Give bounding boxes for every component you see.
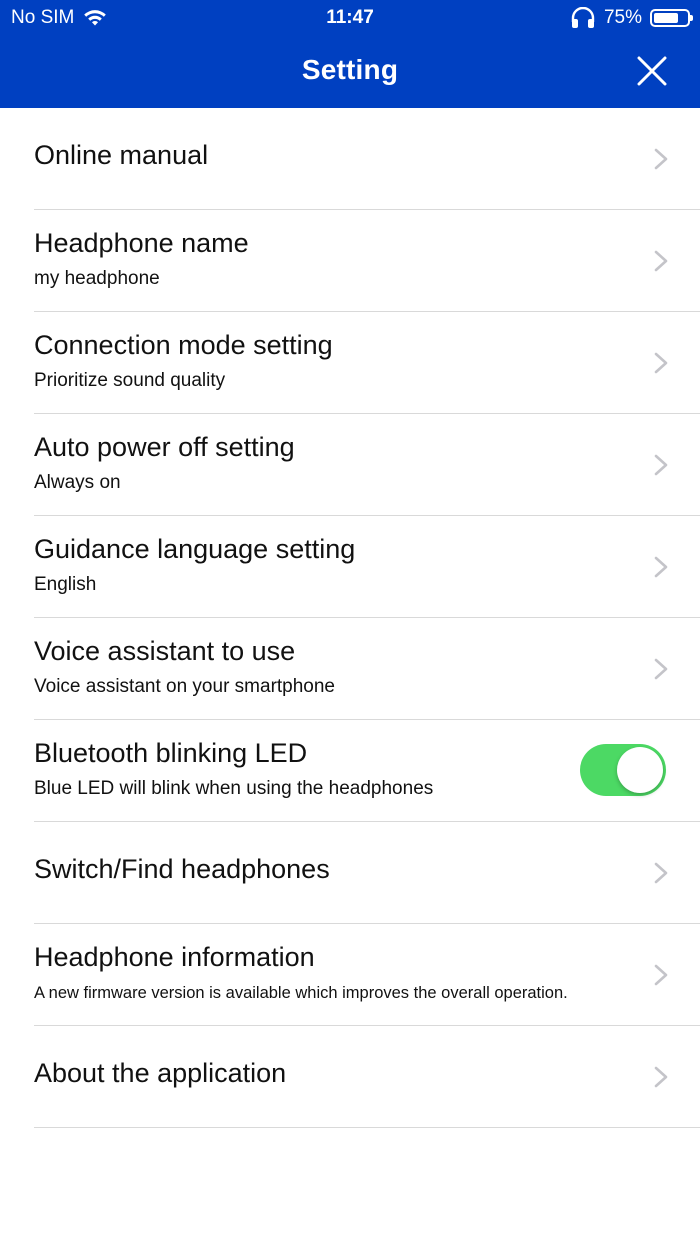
online-manual-title: Online manual (34, 140, 209, 170)
status-bar: No SIM 11:47 75% (0, 0, 700, 36)
chevron-right-icon (654, 1066, 668, 1088)
auto-power-off-value: Always on (34, 472, 121, 493)
headphone-info-row[interactable]: Headphone information A new firmware ver… (34, 924, 700, 1026)
battery-tip (690, 15, 693, 21)
bluetooth-led-value: Blue LED will blink when using the headp… (34, 778, 434, 799)
bluetooth-led-row: Bluetooth blinking LED Blue LED will bli… (34, 720, 700, 822)
bluetooth-led-toggle[interactable] (580, 744, 666, 796)
about-row[interactable]: About the application (34, 1026, 700, 1128)
guidance-language-title: Guidance language setting (34, 534, 356, 564)
battery-fill (654, 13, 678, 23)
chevron-right-icon (654, 862, 668, 884)
headphone-name-title: Headphone name (34, 228, 249, 258)
connection-mode-row[interactable]: Connection mode setting Prioritize sound… (34, 312, 700, 414)
connection-mode-title: Connection mode setting (34, 330, 333, 360)
headphone-name-row[interactable]: Headphone name my headphone (34, 210, 700, 312)
headphone-name-value: my headphone (34, 268, 160, 289)
headphone-info-title: Headphone information (34, 942, 315, 972)
connection-mode-value: Prioritize sound quality (34, 370, 226, 391)
headphones-icon (571, 7, 595, 28)
about-title: About the application (34, 1058, 287, 1088)
chevron-right-icon (654, 658, 668, 680)
chevron-right-icon (654, 352, 668, 374)
headphone-info-value: A new firmware version is available whic… (34, 984, 568, 1002)
toggle-knob (617, 747, 663, 793)
voice-assistant-row[interactable]: Voice assistant to use Voice assistant o… (34, 618, 700, 720)
bluetooth-led-title: Bluetooth blinking LED (34, 738, 308, 768)
settings-list: Online manual Headphone name my headphon… (0, 108, 700, 1128)
switch-find-title: Switch/Find headphones (34, 854, 330, 884)
chevron-right-icon (654, 454, 668, 476)
voice-assistant-title: Voice assistant to use (34, 636, 296, 666)
chevron-right-icon (654, 964, 668, 986)
page-title: Setting (301, 54, 399, 85)
status-right: 75% (570, 7, 693, 29)
auto-power-off-row[interactable]: Auto power off setting Always on (34, 414, 700, 516)
chevron-right-icon (654, 250, 668, 272)
battery-icon (650, 9, 693, 27)
guidance-language-row[interactable]: Guidance language setting English (34, 516, 700, 618)
auto-power-off-title: Auto power off setting (34, 432, 295, 462)
online-manual-row[interactable]: Online manual (34, 108, 700, 210)
chevron-right-icon (654, 148, 668, 170)
voice-assistant-value: Voice assistant on your smartphone (34, 676, 336, 697)
chevron-right-icon (654, 556, 668, 578)
close-icon[interactable] (637, 56, 667, 86)
navigation-bar: No SIM 11:47 75% Setting (0, 0, 700, 108)
switch-find-row[interactable]: Switch/Find headphones (34, 822, 700, 924)
guidance-language-value: English (34, 574, 97, 595)
battery-percent: 75% (603, 7, 642, 28)
